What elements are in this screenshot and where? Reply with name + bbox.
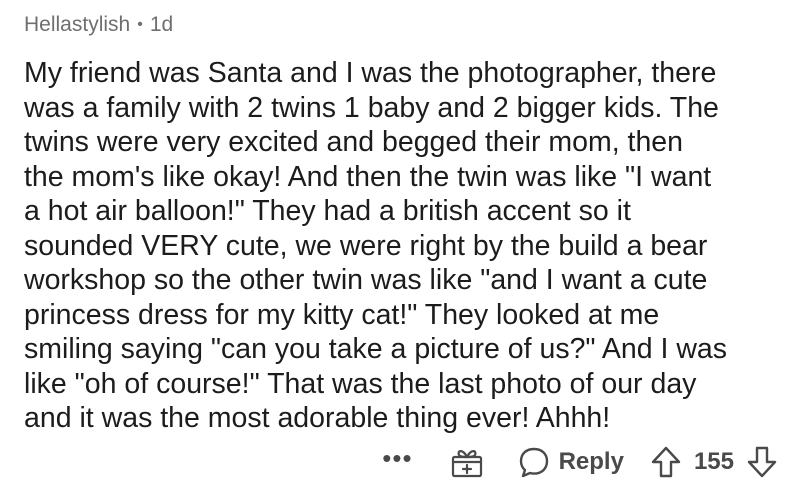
vote-score: 155 [693,448,734,475]
comment-meta: Hellastylish • 1d [24,10,784,40]
comment-line: twins were very excited and begged their… [24,126,684,158]
comment-line: My friend was Santa and I was the photog… [24,57,717,89]
comment-line: sounded VERY cute, we were right by the … [24,229,708,262]
gift-award-icon[interactable] [447,442,487,482]
comment-line: workshop so the other twin was like "and… [24,264,708,296]
comment-line: princess dress for my kitty cat!" They l… [24,298,660,331]
comment-line: smiling saying "can you take a picture o… [24,333,728,365]
downvote-arrow-icon[interactable] [746,445,778,479]
vote-controls: 155 [650,445,778,479]
comment-author[interactable]: Hellastylish [24,13,130,37]
more-options-button[interactable]: ••• [382,445,412,471]
comment-line: was a family with 2 twins 1 baby and 2 b… [24,91,719,124]
speech-bubble-icon [519,447,548,478]
comment-line: the mom's like okay! And then the twin w… [24,160,712,193]
reply-button[interactable]: Reply [517,445,624,479]
comment-line: and it was the most adorable thing ever!… [24,402,611,434]
comment-line: a hot air balloon!" They had a british a… [24,195,631,227]
comment-line: like "oh of course!" That was the last p… [24,367,697,400]
meta-separator: • [137,16,143,33]
comment-actions: ••• Reply 155 [382,440,778,484]
upvote-arrow-icon[interactable] [650,445,682,479]
comment: Hellastylish • 1d My friend was Santa an… [24,10,784,436]
comment-age: 1d [149,13,174,36]
comment-body: My friend was Santa and I was the photog… [24,56,784,436]
reply-label: Reply [558,448,624,475]
